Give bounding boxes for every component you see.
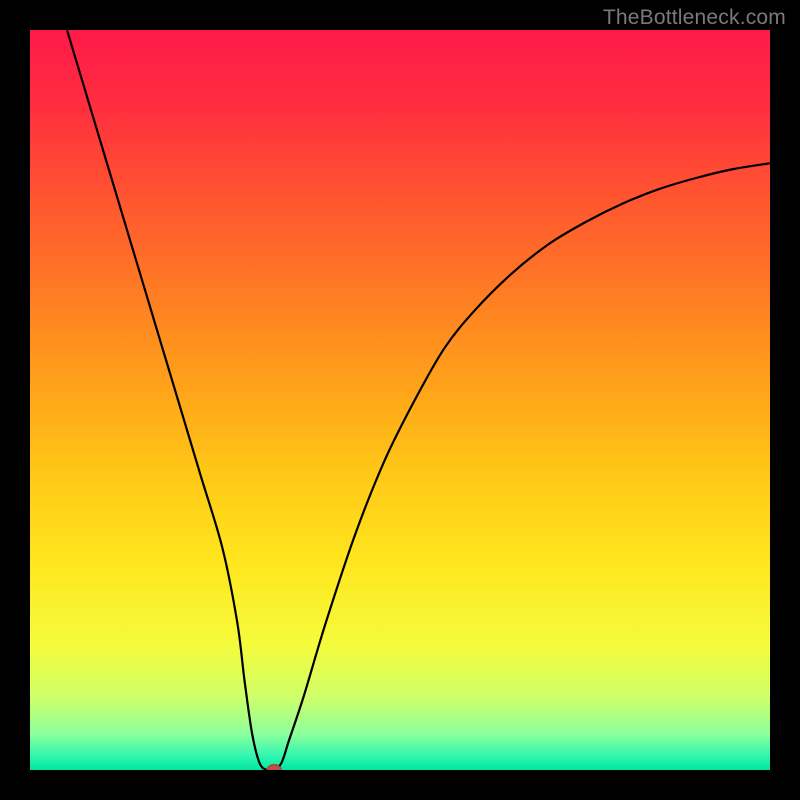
plot-area (30, 30, 770, 770)
gradient-background (30, 30, 770, 770)
chart-frame: TheBottleneck.com (0, 0, 800, 800)
bottleneck-chart (30, 30, 770, 770)
watermark-text: TheBottleneck.com (603, 6, 786, 30)
